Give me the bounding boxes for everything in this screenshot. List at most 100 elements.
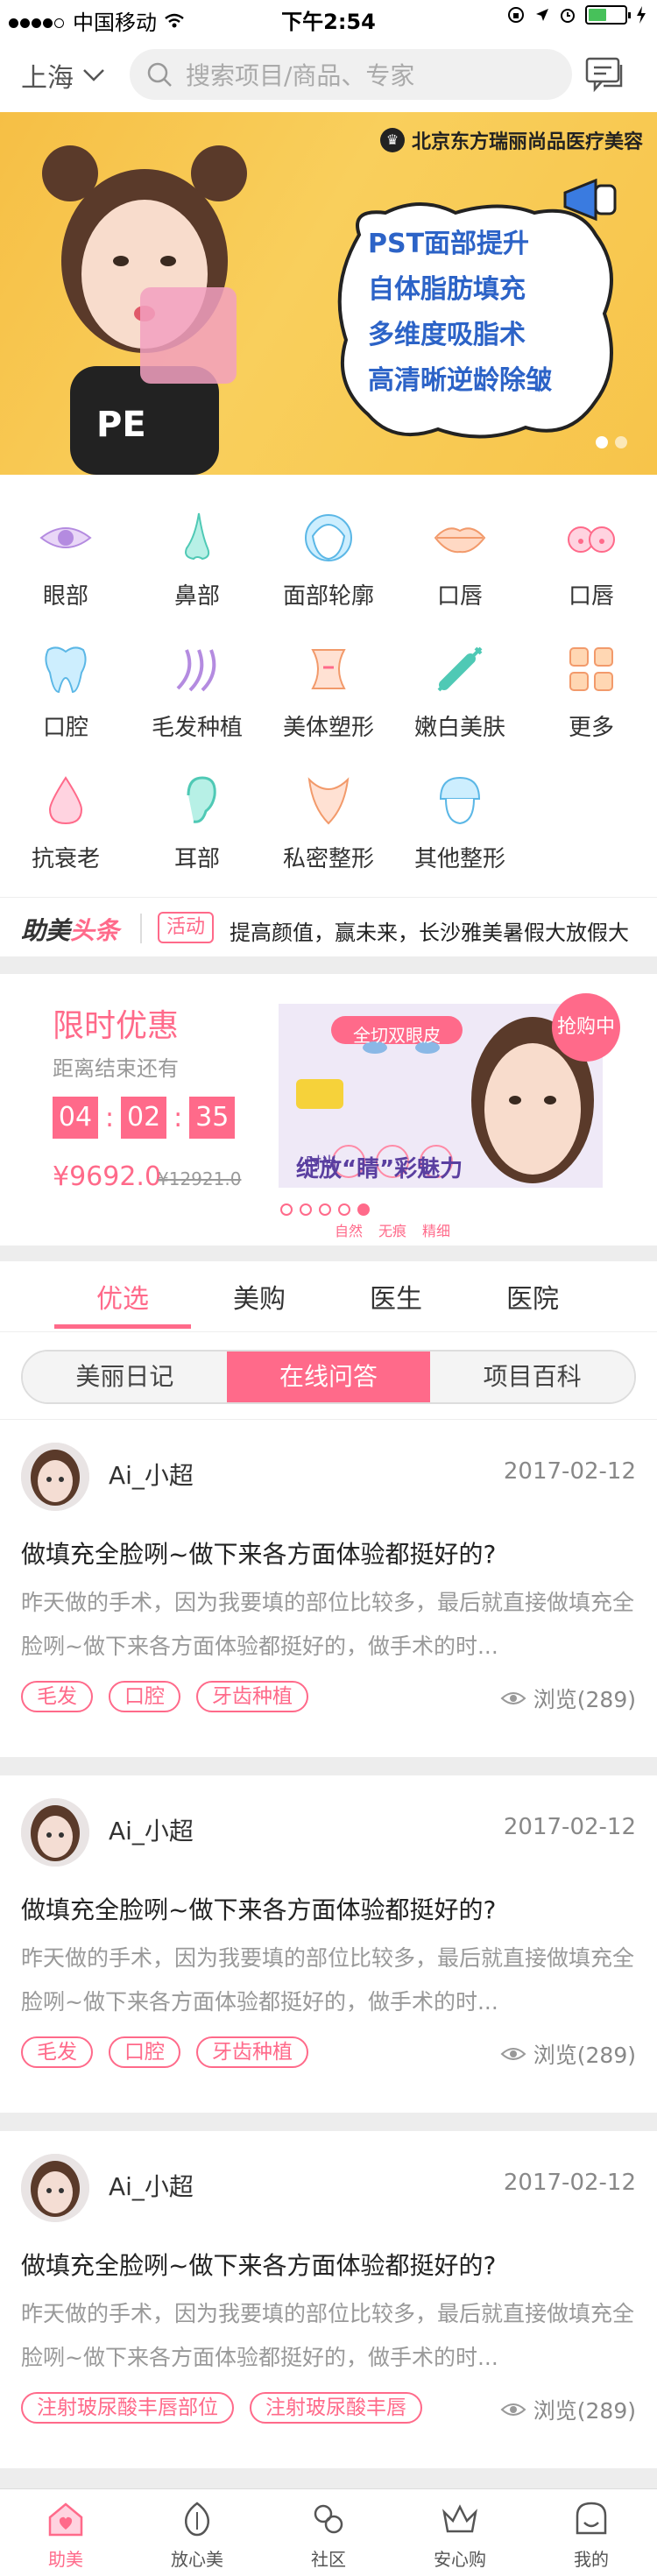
flash-sale[interactable]: 限时优惠 距离结束还有 04 : 02 : 35 ¥9692.0 ¥12921.… bbox=[0, 974, 657, 1246]
nav-shop[interactable]: 安心购 bbox=[394, 2489, 526, 2576]
tab-selected[interactable]: 优选 bbox=[53, 1277, 193, 1316]
post-date: 2017-02-12 bbox=[503, 1814, 636, 1840]
nav-label: 助美 bbox=[48, 2549, 83, 2570]
category-eye[interactable]: 眼部 bbox=[0, 510, 131, 610]
private-icon bbox=[307, 777, 350, 825]
countdown-timer: 04 : 02 : 35 bbox=[53, 1097, 236, 1139]
grid-icon bbox=[569, 647, 613, 691]
activity-badge: 活动 bbox=[158, 912, 215, 943]
city-selector[interactable]: 上海 bbox=[21, 56, 105, 95]
home-heart-icon bbox=[48, 2502, 83, 2537]
category-private[interactable]: 私密整形 bbox=[263, 773, 394, 873]
megaphone-icon bbox=[563, 178, 617, 222]
avatar[interactable] bbox=[21, 1443, 89, 1511]
top-header: 上海 搜索项目/商品、专家 bbox=[0, 37, 657, 112]
category-whitening[interactable]: 嫩白美肤 bbox=[394, 641, 526, 742]
promo-tag: 无痕 bbox=[378, 1223, 406, 1239]
tag-list: 毛发 口腔 牙齿种植 bbox=[21, 1681, 308, 1712]
nav-label: 安心购 bbox=[434, 2549, 486, 2570]
segment-wiki[interactable]: 项目百科 bbox=[430, 1352, 634, 1402]
status-bar: 中国移动 下午2:54 bbox=[0, 0, 657, 37]
promo-banner[interactable]: PE ♛ 北京东方瑞丽尚品医疗美容 PST面部提升 自体脂肪填充 多维度吸脂术 … bbox=[0, 112, 657, 475]
promo-tag: 自然 bbox=[334, 1223, 363, 1239]
category-more[interactable]: 更多 bbox=[526, 641, 657, 742]
question-title[interactable]: 做填充全脸咧~做下来各方面体验都挺好的? bbox=[21, 1891, 496, 1926]
syringe-icon bbox=[437, 646, 483, 692]
tag-chip[interactable]: 牙齿种植 bbox=[196, 1681, 308, 1712]
tag-chip[interactable]: 毛发 bbox=[21, 1681, 93, 1712]
banner-line: 高清晰逆龄除皱 bbox=[368, 365, 552, 396]
view-count: 浏览(289) bbox=[500, 2038, 636, 2070]
avatar[interactable] bbox=[21, 1798, 89, 1867]
lock-rotation-icon bbox=[508, 7, 524, 23]
category-nose[interactable]: 鼻部 bbox=[131, 510, 263, 610]
category-lips[interactable]: 口唇 bbox=[394, 510, 526, 610]
segment-qa[interactable]: 在线问答 bbox=[226, 1352, 431, 1402]
sale-price: ¥9692.0 bbox=[53, 1161, 162, 1192]
tag-chip[interactable]: 注射玻尿酸丰唇 bbox=[250, 2392, 422, 2424]
eye-icon bbox=[500, 2403, 526, 2416]
nav-label: 放心美 bbox=[171, 2549, 223, 2570]
nav-home[interactable]: 助美 bbox=[0, 2489, 131, 2576]
question-title[interactable]: 做填充全脸咧~做下来各方面体验都挺好的? bbox=[21, 1535, 496, 1570]
countdown-seconds: 35 bbox=[189, 1097, 236, 1139]
category-anti-aging[interactable]: 抗衰老 bbox=[0, 773, 131, 873]
countdown-minutes: 02 bbox=[121, 1097, 167, 1139]
segment-diary[interactable]: 美丽日记 bbox=[23, 1352, 227, 1402]
ear-icon bbox=[187, 776, 216, 823]
tab-hospital[interactable]: 医院 bbox=[463, 1277, 603, 1316]
hair-icon bbox=[176, 649, 216, 692]
post-date: 2017-02-12 bbox=[503, 1458, 636, 1485]
tab-shop[interactable]: 美购 bbox=[189, 1277, 329, 1316]
headline-text[interactable]: 提高颜值，赢未来，长沙雅美暑假大放假大 bbox=[230, 915, 629, 946]
search-input[interactable]: 搜索项目/商品、专家 bbox=[130, 49, 572, 100]
category-face-contour[interactable]: 面部轮廓 bbox=[263, 510, 394, 610]
headline-logo-a: 助美 bbox=[21, 916, 71, 945]
flash-pagination bbox=[280, 1203, 377, 1216]
breast-icon bbox=[568, 526, 615, 553]
category-hair[interactable]: 毛发种植 bbox=[131, 641, 263, 742]
category-oral[interactable]: 口腔 bbox=[0, 641, 131, 742]
tag-chip[interactable]: 注射玻尿酸丰唇部位 bbox=[21, 2392, 234, 2424]
banner-pagination bbox=[596, 436, 627, 448]
username[interactable]: Ai_小超 bbox=[109, 1812, 194, 1847]
charging-icon bbox=[637, 6, 646, 24]
category-grid: 眼部 鼻部 面部轮廓 口唇 口唇 口腔 毛发种植 美体塑形 嫩白美肤 更多 抗衰… bbox=[0, 475, 657, 897]
tab-doctor[interactable]: 医生 bbox=[326, 1277, 466, 1316]
avatar[interactable] bbox=[21, 2154, 89, 2222]
tag-chip[interactable]: 毛发 bbox=[21, 2036, 93, 2068]
nose-icon bbox=[185, 512, 210, 561]
nav-safe-beauty[interactable]: 放心美 bbox=[131, 2489, 263, 2576]
qa-card[interactable]: Ai_小超 2017-02-12 做填充全脸咧~做下来各方面体验都挺好的? 昨天… bbox=[0, 2131, 657, 2468]
body-icon bbox=[311, 649, 346, 689]
grab-badge[interactable]: 抢购中 bbox=[552, 993, 620, 1062]
original-price: ¥12921.0 bbox=[158, 1168, 242, 1189]
qa-card[interactable]: Ai_小超 2017-02-12 做填充全脸咧~做下来各方面体验都挺好的? 昨天… bbox=[0, 1420, 657, 1757]
city-label: 上海 bbox=[21, 63, 74, 94]
category-breast[interactable]: 口唇 bbox=[526, 510, 657, 610]
username[interactable]: Ai_小超 bbox=[109, 2168, 194, 2203]
tag-chip[interactable]: 牙齿种植 bbox=[196, 2036, 308, 2068]
banner-line: PST面部提升 bbox=[368, 229, 530, 259]
community-icon bbox=[314, 2504, 343, 2534]
question-title[interactable]: 做填充全脸咧~做下来各方面体验都挺好的? bbox=[21, 2247, 496, 2282]
qa-card[interactable]: Ai_小超 2017-02-12 做填充全脸咧~做下来各方面体验都挺好的? 昨天… bbox=[0, 1775, 657, 2113]
tag-chip[interactable]: 口腔 bbox=[109, 2036, 180, 2068]
category-ear[interactable]: 耳部 bbox=[131, 773, 263, 873]
view-count-text: 浏览(289) bbox=[533, 2398, 636, 2424]
category-other[interactable]: 其他整形 bbox=[394, 773, 526, 873]
nav-community[interactable]: 社区 bbox=[263, 2489, 394, 2576]
nav-profile[interactable]: 我的 bbox=[526, 2489, 657, 2576]
username[interactable]: Ai_小超 bbox=[109, 1457, 194, 1492]
search-placeholder: 搜索项目/商品、专家 bbox=[186, 61, 415, 90]
category-body[interactable]: 美体塑形 bbox=[263, 641, 394, 742]
message-icon[interactable] bbox=[584, 54, 625, 95]
eye-icon bbox=[500, 2048, 526, 2060]
promo-title: 全切双眼皮 bbox=[353, 1025, 441, 1046]
face-icon bbox=[305, 514, 352, 561]
tag-list: 毛发 口腔 牙齿种植 bbox=[21, 2036, 308, 2068]
news-ticker[interactable]: 助美头条 活动 提高颜值，赢未来，长沙雅美暑假大放假大 bbox=[0, 897, 657, 956]
clinic-logo-icon: ♛ bbox=[379, 128, 405, 152]
turban-icon bbox=[439, 776, 481, 825]
tag-chip[interactable]: 口腔 bbox=[109, 1681, 180, 1712]
